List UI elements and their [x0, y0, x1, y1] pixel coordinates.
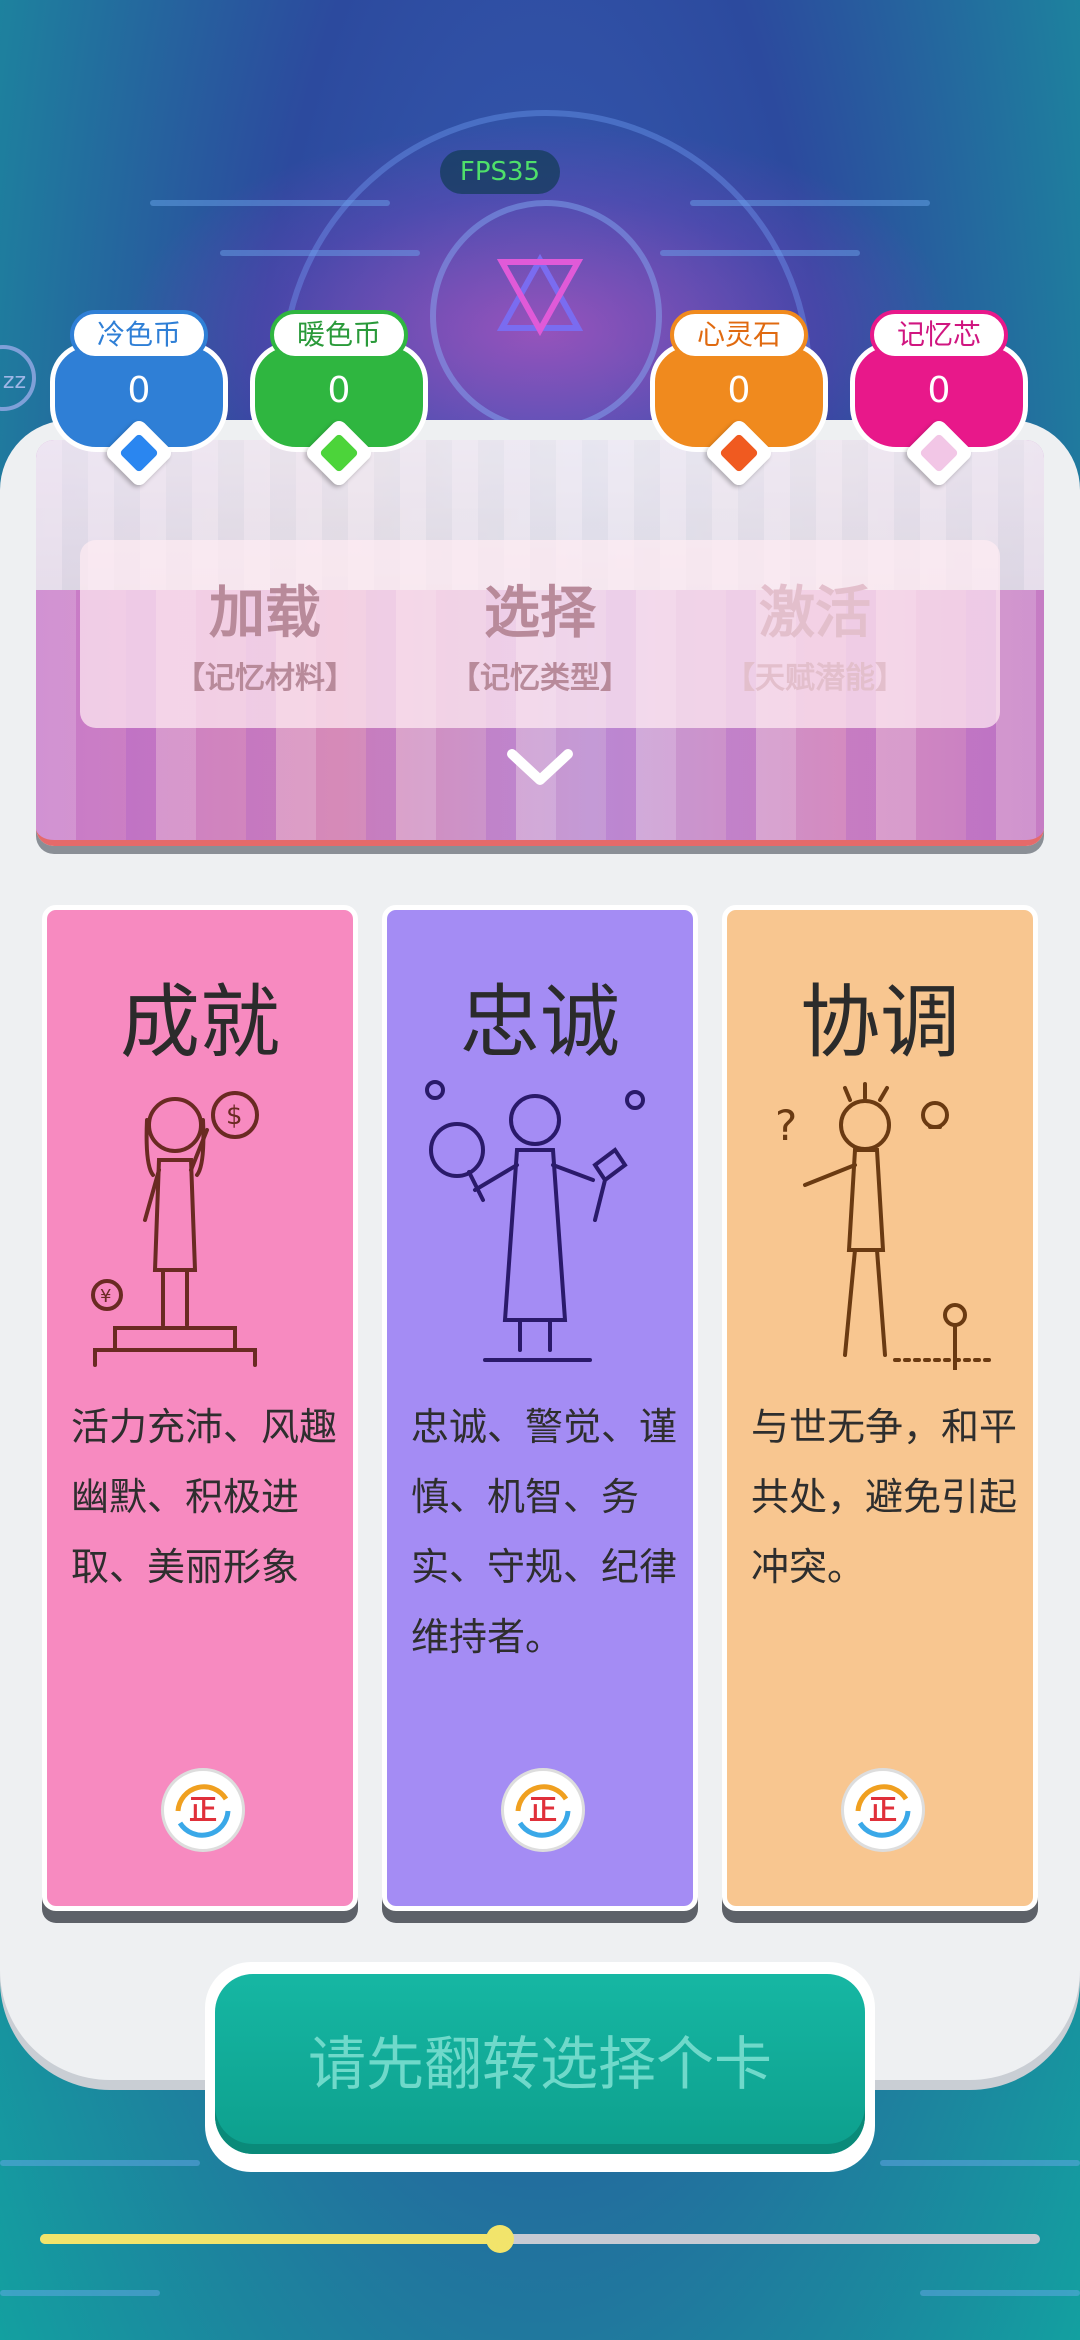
card-title: 协调 — [800, 976, 960, 1069]
currency-label: 冷色币 — [70, 310, 208, 360]
card-achievement[interactable]: 成就 $ ¥ 活力充沛、风趣幽默、积极进取、美丽形象 正 — [42, 905, 358, 1911]
card-title: 成就 — [120, 976, 280, 1069]
card-loyalty[interactable]: 忠诚 忠诚、警觉、谨慎、机智、务实、守规、纪律维持者。 正 — [382, 905, 698, 1911]
sleep-icon[interactable]: zz — [0, 345, 36, 411]
background-circuit — [150, 200, 390, 206]
card-description: 忠诚、警觉、谨慎、机智、务实、守规、纪律维持者。 — [411, 1405, 678, 1659]
background-circuit — [880, 2160, 1080, 2166]
step-load: 加载 【记忆材料】 — [115, 540, 415, 697]
man-with-flower-illustration: ? — [775, 1082, 997, 1370]
step-subtitle: 【记忆材料】 — [175, 661, 355, 696]
card-harmony[interactable]: 协调 ? 与世无争，和平共处，避免引起冲突。 正 — [722, 905, 1038, 1911]
currency-soul-stone[interactable]: 0 心灵石 — [650, 310, 828, 489]
flip-label: 正 — [188, 1793, 217, 1826]
step-select: 选择 【记忆类型】 — [390, 540, 690, 697]
progress-fill — [40, 2234, 500, 2244]
confirm-card-button[interactable]: 请先翻转选择个卡 — [205, 1962, 875, 2172]
progress-track — [40, 2225, 1040, 2253]
svg-text:$: $ — [226, 1101, 243, 1131]
step-subtitle: 【记忆类型】 — [450, 661, 630, 696]
woman-on-podium-illustration: $ ¥ — [91, 1091, 259, 1367]
game-logo-icon — [496, 253, 584, 337]
step-activate: 激活 【天赋潜能】 — [665, 540, 965, 697]
background-circuit — [660, 250, 860, 256]
confirm-card-button-label: 请先翻转选择个卡 — [215, 1974, 865, 2154]
step-title: 选择 — [484, 581, 596, 646]
svg-text:¥: ¥ — [100, 1286, 111, 1307]
background-circuit — [220, 250, 420, 256]
step-title: 加载 — [209, 581, 321, 646]
currency-label: 心灵石 — [670, 310, 808, 360]
svg-text:?: ? — [775, 1101, 797, 1150]
chevron-down-icon[interactable] — [506, 748, 574, 788]
currency-memory-chip[interactable]: 0 记忆芯 — [850, 310, 1028, 489]
card-description: 与世无争，和平共处，避免引起冲突。 — [751, 1405, 1018, 1589]
flip-button[interactable]: 正 — [841, 1768, 925, 1852]
steps-box: 加载 【记忆材料】 选择 【记忆类型】 激活 【天赋潜能】 — [80, 540, 1000, 728]
background-circuit — [0, 2290, 160, 2296]
step-subtitle: 【天赋潜能】 — [725, 661, 905, 696]
currency-label: 暖色币 — [270, 310, 408, 360]
step-title: 激活 — [759, 581, 871, 646]
card-description: 活力充沛、风趣幽默、积极进取、美丽形象 — [71, 1405, 338, 1589]
flip-button[interactable]: 正 — [161, 1768, 245, 1852]
background-circuit — [920, 2290, 1080, 2296]
fps-counter: FPS35 — [440, 150, 560, 194]
flip-label: 正 — [868, 1793, 897, 1826]
flip-button[interactable]: 正 — [501, 1768, 585, 1852]
currency-label: 记忆芯 — [870, 310, 1008, 360]
background-circuit — [690, 200, 930, 206]
currency-warm-coin[interactable]: 0 暖色币 — [250, 310, 428, 489]
man-with-tools-illustration — [425, 1080, 645, 1362]
currency-cold-coin[interactable]: 0 冷色币 — [50, 310, 228, 489]
background-circuit — [0, 2160, 200, 2166]
progress-knob[interactable] — [486, 2225, 514, 2253]
card-title: 忠诚 — [460, 976, 620, 1069]
flip-label: 正 — [528, 1793, 557, 1826]
